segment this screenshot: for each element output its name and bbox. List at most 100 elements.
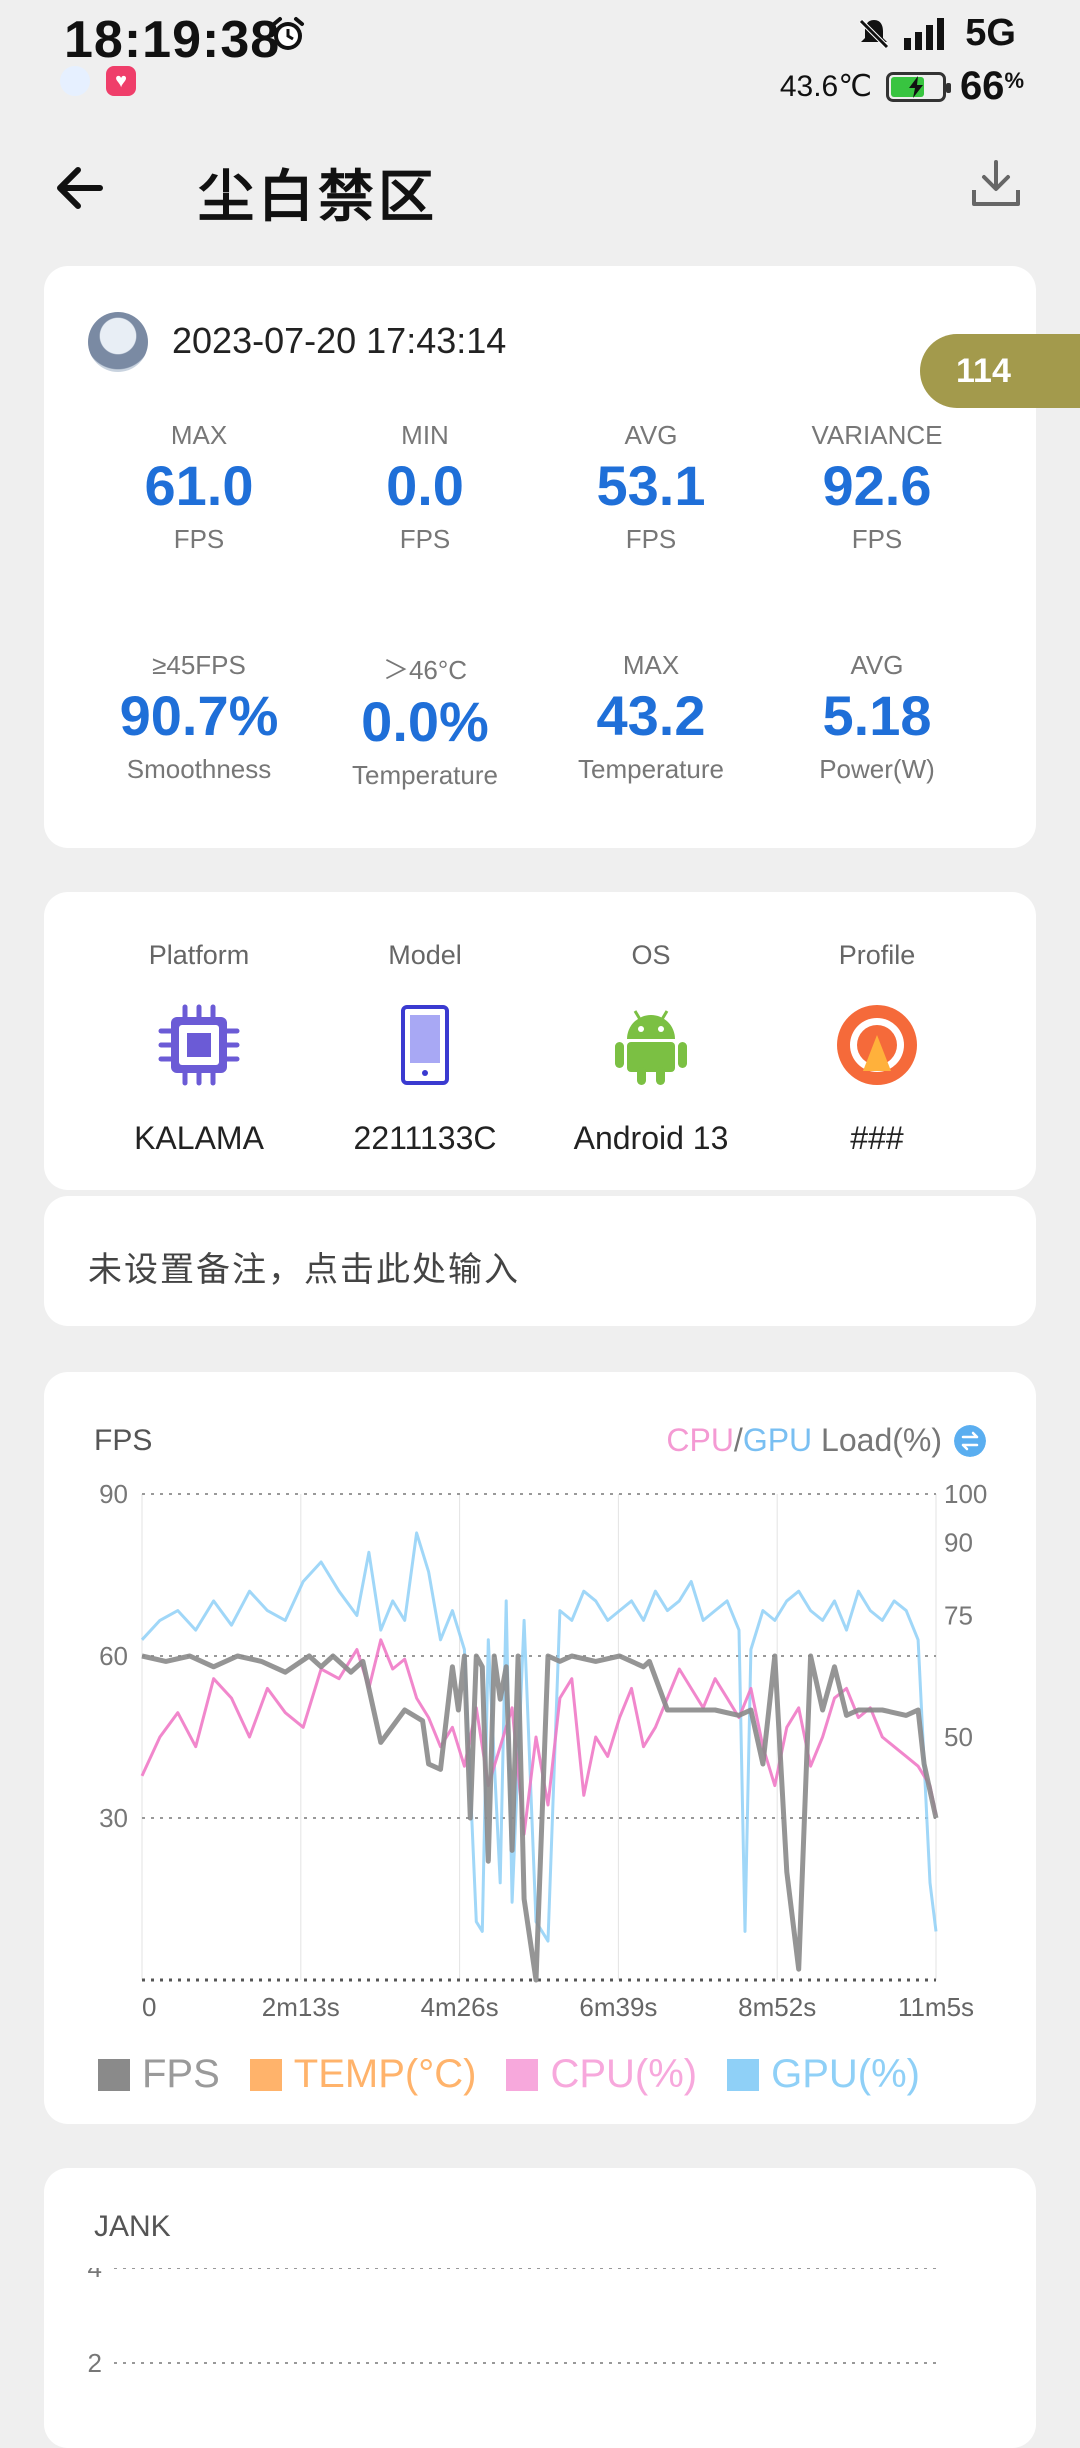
device-label: Profile — [838, 940, 916, 970]
stat-value: 5.18 — [822, 684, 932, 747]
device-profile: Profile ### — [764, 940, 990, 1157]
y2-tick-label: 100 — [944, 1479, 987, 1509]
device-label: OS — [631, 940, 671, 970]
device-temperature: 43.6℃ — [779, 70, 872, 103]
stat-value: 92.6 — [822, 454, 932, 517]
fps-chart-title: FPS — [94, 1424, 153, 1457]
stat-variance-fps: VARIANCE 92.6 FPS — [764, 420, 990, 555]
legend-item-fps[interactable]: FPS — [98, 2052, 220, 2097]
stat-avg-power: AVG 5.18 Power(W) — [764, 650, 990, 785]
stat-value: 61.0 — [144, 454, 254, 517]
toggle-separator: / — [733, 1422, 743, 1458]
legend-label: FPS — [142, 2052, 220, 2096]
x-tick-label: 4m26s — [421, 1992, 499, 2022]
stat-label: VARIANCE — [811, 420, 943, 450]
stat-min-fps: MIN 0.0 FPS — [312, 420, 538, 555]
stat-label: AVG — [850, 650, 904, 680]
stat-unit: FPS — [399, 523, 451, 554]
device-os: OS Android 13 — [538, 940, 764, 1157]
alarm-icon — [272, 17, 304, 50]
jank-chart-card: JANK 42 — [44, 2168, 1036, 2448]
page-title: 尘白禁区 — [198, 165, 438, 228]
app-notification-icon — [60, 66, 90, 96]
device-value: 2211133C — [353, 1120, 497, 1156]
session-datetime: 2023-07-20 17:43:14 — [172, 320, 507, 361]
stat-unit: Power(W) — [819, 753, 935, 784]
fps-chart-card: FPS CPU / GPU Load(%) 90 60 30 100 90 75 50 0 2m… — [44, 1372, 1036, 2124]
jank-y-tick-label: 4 — [88, 2268, 102, 2283]
stat-label: ＞46°C — [382, 655, 468, 685]
x-tick-label: 8m52s — [738, 1992, 816, 2022]
series-line-cpu — [140, 1638, 938, 1836]
device-value: Android 13 — [573, 1120, 729, 1156]
y2-tick-label: 75 — [944, 1601, 973, 1631]
stat-max-fps: MAX 61.0 FPS — [86, 420, 312, 555]
status-time: 18:19:38 — [64, 11, 281, 69]
network-type: 5G — [965, 12, 1016, 54]
stat-value: 43.2 — [596, 684, 706, 747]
x-tick-label: 0 — [142, 1992, 156, 2022]
legend-label: TEMP(°C) — [293, 2052, 477, 2096]
stat-avg-fps: AVG 53.1 FPS — [538, 420, 764, 555]
legend-item-cpu[interactable]: CPU(%) — [506, 2052, 697, 2097]
jank-y-tick-label: 2 — [88, 2348, 102, 2378]
legend-label: CPU(%) — [550, 2052, 698, 2096]
mute-icon — [859, 19, 889, 49]
device-label: Model — [388, 940, 462, 970]
note-input-placeholder[interactable]: 未设置备注，点击此处输入 — [88, 1242, 520, 1291]
download-icon[interactable] — [970, 158, 1022, 210]
device-label: Platform — [148, 940, 250, 970]
jank-chart: 42 — [88, 2268, 936, 2378]
note-card[interactable]: 未设置备注，点击此处输入 — [44, 1196, 1036, 1326]
x-tick-label: 11m5s — [898, 1992, 974, 2022]
status-row-2: 43.6℃ 66% — [780, 64, 1024, 109]
y2-tick-label: 50 — [944, 1722, 973, 1752]
legend-item-temp[interactable]: TEMP(°C) — [249, 2052, 477, 2097]
stat-value: 90.7% — [119, 684, 279, 747]
device-info-card: Platform KALAMA Model 2211133C OS Androi… — [44, 892, 1036, 1190]
device-value: ### — [850, 1120, 904, 1156]
stat-unit: FPS — [851, 523, 903, 554]
floating-count-badge[interactable]: 114 — [920, 334, 1080, 408]
stat-label: MAX — [170, 420, 228, 450]
stat-max-temperature: MAX 43.2 Temperature — [538, 650, 764, 785]
stat-label: MAX — [622, 650, 680, 680]
back-arrow-icon[interactable] — [50, 158, 110, 218]
battery-percent-sign: % — [1004, 68, 1024, 93]
stat-value: 53.1 — [596, 454, 706, 517]
jank-chart-title: JANK — [94, 2210, 171, 2243]
stat-value: 0.0 — [386, 454, 464, 517]
y-tick-label: 90 — [99, 1479, 128, 1509]
stat-smoothness: ≥45FPS 90.7% Smoothness — [86, 650, 312, 785]
stat-label: MIN — [401, 420, 449, 450]
heart-notification-icon: ♥ — [106, 66, 136, 96]
legend-item-gpu[interactable]: GPU(%) — [727, 2052, 920, 2097]
stat-unit: FPS — [625, 523, 677, 554]
y2-tick-label: 90 — [944, 1528, 973, 1558]
x-tick-label: 6m39s — [579, 1992, 657, 2022]
swap-icon[interactable] — [954, 1424, 986, 1457]
legend-label: GPU(%) — [771, 2052, 920, 2096]
gpu-toggle-label[interactable]: GPU — [743, 1422, 812, 1459]
profile-icon — [837, 1005, 917, 1085]
y-tick-label: 30 — [99, 1803, 128, 1833]
stat-value: 0.0% — [361, 690, 489, 753]
battery-charging-icon — [885, 71, 951, 102]
android-icon — [615, 1010, 687, 1085]
cpu-toggle-label[interactable]: CPU — [666, 1422, 734, 1459]
y-tick-label: 60 — [99, 1641, 128, 1671]
summary-card: 2023-07-20 17:43:14 MAX 61.0 FPS MIN 0.0… — [44, 266, 1036, 848]
chip-icon — [158, 1004, 240, 1086]
stat-unit: Temperature — [578, 753, 724, 784]
device-platform: Platform KALAMA — [86, 940, 312, 1157]
signal-icon — [904, 18, 944, 50]
battery-percent: 66 — [959, 64, 1005, 108]
stat-label: ≥45FPS — [152, 650, 246, 680]
stat-unit: Smoothness — [126, 753, 272, 784]
avatar — [88, 312, 148, 372]
fps-chart-legend: FPS TEMP(°C) CPU(%) GPU(%) — [98, 2052, 920, 2097]
stat-unit: FPS — [173, 523, 225, 554]
device-model: Model 2211133C — [312, 940, 538, 1157]
x-tick-label: 2m13s — [262, 1992, 340, 2022]
load-toggle[interactable]: CPU / GPU Load(%) — [666, 1422, 986, 1459]
